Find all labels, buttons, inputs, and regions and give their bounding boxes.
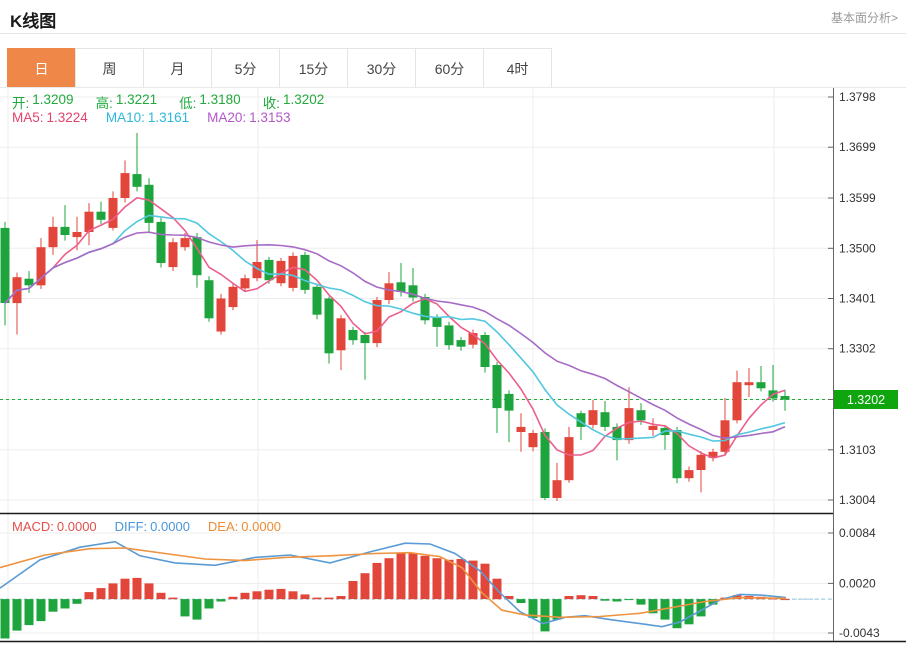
kline-widget: K线图 基本面分析> 日 周 月 5分 15分 30分 60分 4时 1.379…: [0, 0, 906, 647]
header-divider: [0, 33, 906, 34]
svg-text:1.3599: 1.3599: [839, 191, 876, 205]
ma-lines: [5, 198, 785, 458]
tab-month[interactable]: 月: [143, 48, 212, 88]
svg-text:0.0020: 0.0020: [839, 576, 876, 590]
price-axis: 1.37981.36991.35991.35001.34011.33021.32…: [828, 88, 880, 641]
tab-week[interactable]: 周: [75, 48, 144, 88]
page-title: K线图: [10, 7, 56, 32]
svg-text:1.3103: 1.3103: [839, 443, 876, 457]
svg-text:1.3202: 1.3202: [847, 393, 885, 407]
kline-chart[interactable]: 1.3798 1.3699 1.3599 1.3500 1.3401 1.3302 1.32…: [0, 88, 906, 647]
tab-30min[interactable]: 30分: [347, 48, 416, 88]
tab-day[interactable]: 日: [7, 48, 76, 88]
svg-text:-0.0043: -0.0043: [839, 626, 880, 640]
svg-text:1.3302: 1.3302: [839, 342, 876, 356]
current-price-badge: 1.3202: [834, 390, 898, 409]
period-tabbar: 日 周 月 5分 15分 30分 60分 4时: [8, 48, 552, 88]
tab-4hour[interactable]: 4时: [483, 48, 552, 88]
fundamental-analysis-link[interactable]: 基本面分析>: [831, 9, 898, 26]
svg-text:1.3699: 1.3699: [839, 140, 876, 154]
svg-text:1.3798: 1.3798: [839, 90, 876, 104]
svg-text:1.3401: 1.3401: [839, 292, 876, 306]
tab-15min[interactable]: 15分: [279, 48, 348, 88]
svg-text:1.3500: 1.3500: [839, 241, 876, 255]
tab-60min[interactable]: 60分: [415, 48, 484, 88]
tab-5min[interactable]: 5分: [211, 48, 280, 88]
svg-text:1.3004: 1.3004: [839, 493, 876, 507]
macd-panel: [0, 542, 833, 639]
candles-layer: [1, 133, 790, 501]
svg-text:0.0084: 0.0084: [839, 526, 876, 540]
